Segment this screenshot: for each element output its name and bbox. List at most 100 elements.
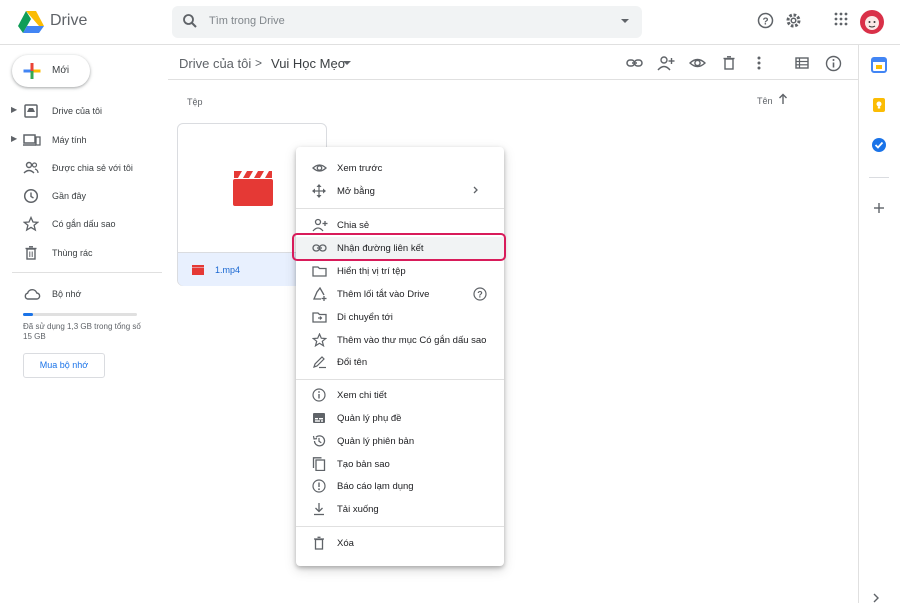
context-menu: Xem trước Mở bằng Chia sẻ Nhận đường liê… xyxy=(292,147,506,566)
cloud-icon xyxy=(24,289,41,300)
menu-item-label: Báo cáo lạm dụng xyxy=(337,481,414,492)
star-icon xyxy=(312,333,327,347)
menu-item-label: Đổi tên xyxy=(337,357,368,368)
new-button[interactable]: Mới xyxy=(12,55,90,87)
search-options-icon[interactable] xyxy=(620,16,630,26)
search-icon[interactable] xyxy=(182,13,198,29)
my-drive-icon xyxy=(24,104,38,118)
menu-item-label: Xem chi tiết xyxy=(337,390,387,401)
menu-item-get-link[interactable]: Nhận đường liên kết xyxy=(292,233,506,261)
sidebar-item-label: Thùng rác xyxy=(52,248,93,258)
sidebar-item-label: Được chia sẻ với tôi xyxy=(52,163,133,173)
shared-icon xyxy=(23,161,39,174)
menu-item-move-to[interactable]: Di chuyển tới xyxy=(296,306,504,328)
help-icon[interactable]: ? xyxy=(757,12,774,29)
menu-item-label: Tạo bản sao xyxy=(337,459,390,470)
menu-item-add-shortcut[interactable]: Thêm lối tắt vào Drive ? xyxy=(296,283,504,305)
clock-icon xyxy=(23,188,39,204)
menu-item-preview[interactable]: Xem trước xyxy=(296,157,504,179)
avatar-face-icon xyxy=(865,16,879,30)
add-shortcut-icon xyxy=(313,287,327,301)
list-view-icon[interactable] xyxy=(794,55,810,71)
menu-item-label: Quản lý phụ đề xyxy=(337,413,402,424)
trash-icon xyxy=(25,246,37,260)
tasks-icon[interactable] xyxy=(871,137,887,153)
sidebar-item-computers[interactable]: ▶ Máy tính xyxy=(0,128,165,152)
trash-icon[interactable] xyxy=(721,55,737,71)
storage-progress-bar xyxy=(23,313,137,316)
expand-arrow-icon[interactable]: ▶ xyxy=(11,105,17,114)
menu-item-download[interactable]: Tải xuống xyxy=(296,498,504,520)
menu-divider xyxy=(296,208,504,209)
sidebar-item-my-drive[interactable]: ▶ Drive của tôi xyxy=(0,99,165,123)
video-file-icon xyxy=(192,265,204,275)
star-icon xyxy=(23,216,39,232)
info-icon[interactable] xyxy=(825,55,842,72)
menu-item-manage-versions[interactable]: Quản lý phiên bản xyxy=(296,430,504,452)
menu-item-make-copy[interactable]: Tạo bản sao xyxy=(296,453,504,475)
sidebar-divider xyxy=(12,272,162,273)
search-input[interactable]: Tìm trong Drive xyxy=(209,15,285,27)
download-icon xyxy=(314,503,324,516)
sidebar-item-starred[interactable]: Có gắn dấu sao xyxy=(0,212,165,236)
settings-gear-icon[interactable] xyxy=(785,12,802,29)
files-section-label: Tệp xyxy=(187,97,203,107)
add-addon-plus-icon[interactable] xyxy=(871,200,887,216)
storage-progress-fill xyxy=(23,313,33,316)
account-avatar[interactable] xyxy=(860,10,884,34)
help-icon[interactable]: ? xyxy=(473,287,487,301)
video-thumbnail-icon xyxy=(233,171,273,206)
side-panel-rail xyxy=(858,45,900,603)
sidebar-item-shared-with-me[interactable]: Được chia sẻ với tôi xyxy=(0,156,165,180)
sidebar-item-recent[interactable]: Gần đây xyxy=(0,184,165,208)
sidebar-item-label: Drive của tôi xyxy=(52,106,103,116)
storage-label: Bộ nhớ xyxy=(52,289,82,299)
menu-item-label: Thêm lối tắt vào Drive xyxy=(337,289,430,300)
breadcrumb-root[interactable]: Drive của tôi xyxy=(179,56,251,71)
calendar-icon[interactable] xyxy=(871,57,887,73)
breadcrumb-current[interactable]: Vui Học Mẹo xyxy=(271,56,345,71)
sidebar-item-trash[interactable]: Thùng rác xyxy=(0,241,165,265)
sort-ascending-arrow-icon[interactable] xyxy=(778,93,788,105)
menu-item-add-to-starred[interactable]: Thêm vào thư mục Có gắn dấu sao xyxy=(296,329,504,351)
app-name[interactable]: Drive xyxy=(50,12,87,30)
menu-item-label: Di chuyển tới xyxy=(337,312,393,323)
menu-item-manage-subtitles[interactable]: Quản lý phụ đề xyxy=(296,407,504,429)
menu-divider xyxy=(296,379,504,380)
buy-storage-button[interactable]: Mua bộ nhớ xyxy=(23,353,105,378)
subtitles-icon xyxy=(313,413,325,423)
apps-grid-icon[interactable] xyxy=(834,12,848,26)
link-icon[interactable] xyxy=(626,55,643,71)
menu-item-show-file-location[interactable]: Hiển thị vị trí tệp xyxy=(296,260,504,282)
menu-item-delete[interactable]: Xóa xyxy=(296,532,504,554)
drive-logo-icon[interactable] xyxy=(18,10,44,34)
sidebar-item-label: Gần đây xyxy=(52,191,87,201)
more-actions-icon[interactable] xyxy=(755,55,763,71)
expand-arrow-icon[interactable]: ▶ xyxy=(11,134,17,143)
history-icon xyxy=(312,435,326,447)
search-bar[interactable]: Tìm trong Drive xyxy=(172,6,642,38)
copy-icon xyxy=(312,457,326,471)
menu-item-label: Chia sẻ xyxy=(337,220,370,231)
file-name: 1.mp4 xyxy=(215,265,241,275)
preview-eye-icon[interactable] xyxy=(689,55,706,71)
info-icon xyxy=(312,388,326,402)
sort-by-label[interactable]: Tên xyxy=(757,96,773,106)
menu-item-report-abuse[interactable]: Báo cáo lạm dụng xyxy=(296,475,504,497)
svg-text:?: ? xyxy=(477,289,483,299)
move-to-icon xyxy=(312,312,327,323)
svg-text:?: ? xyxy=(762,16,768,27)
keep-notes-icon[interactable] xyxy=(871,97,887,113)
menu-item-view-details[interactable]: Xem chi tiết xyxy=(296,384,504,406)
report-icon xyxy=(312,479,326,493)
rename-icon xyxy=(313,356,326,369)
menu-item-label: Hiển thị vị trí tệp xyxy=(337,266,406,277)
expand-panel-chevron-icon[interactable] xyxy=(871,593,881,603)
folder-options-dropdown-icon[interactable] xyxy=(343,59,351,67)
sidebar-item-storage[interactable]: Bộ nhớ xyxy=(0,282,165,306)
new-button-label: Mới xyxy=(52,65,70,76)
menu-item-open-with[interactable]: Mở bằng xyxy=(296,180,504,202)
submenu-chevron-icon xyxy=(473,186,478,194)
share-person-add-icon[interactable] xyxy=(657,55,675,71)
menu-item-rename[interactable]: Đổi tên xyxy=(296,351,504,373)
